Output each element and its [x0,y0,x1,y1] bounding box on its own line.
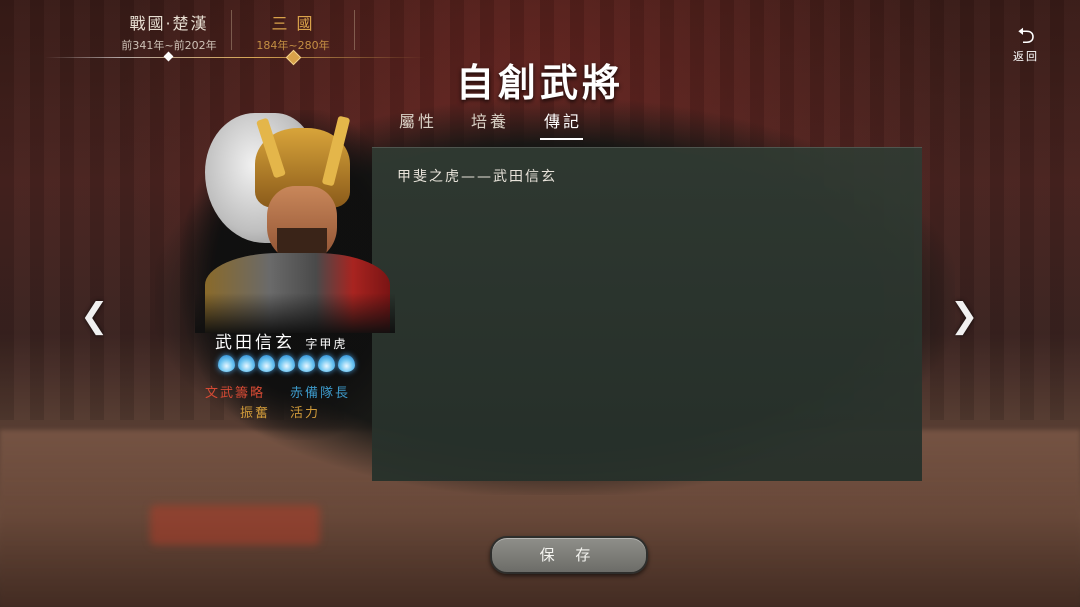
water-drop-icon [218,355,235,372]
era-years: 前341年~前202年 [121,39,217,52]
skill-label: 活力 [290,406,321,421]
tab-training[interactable]: 培養 [471,108,509,132]
water-drop-icon [258,355,275,372]
era-name: 三 國 [271,14,315,33]
water-drop-icon [278,355,295,372]
skill-label: 振奮 [240,406,271,421]
biography-panel: 甲斐之虎——武田信玄 [372,147,922,481]
era-divider [354,10,355,50]
general-name: 武田信玄 字甲虎 [215,328,347,353]
tab-attributes[interactable]: 屬性 [399,108,437,132]
era-name: 戰國·楚漢 [129,14,209,33]
general-portrait [195,108,395,333]
table-backdrop [150,505,320,545]
era-timeline [45,57,425,58]
skill-label: 文武籌略 [205,386,266,401]
water-drop-icon [318,355,335,372]
rank-drops [218,355,355,372]
era-tab-three-kingdoms[interactable]: 三 國 184年~280年 [232,10,354,52]
chevron-right-icon[interactable]: ❯ [950,296,979,336]
chevron-left-icon[interactable]: ❮ [80,296,109,336]
water-drop-icon [298,355,315,372]
water-drop-icon [338,355,355,372]
general-name-text: 武田信玄 [215,333,295,353]
back-button[interactable]: ⮌ 返回 [1008,26,1044,64]
tab-biography[interactable]: 傳記 [539,108,584,140]
return-arrow-icon: ⮌ [1017,24,1035,49]
back-label: 返回 [1013,50,1039,63]
era-tab-warring-states[interactable]: 戰國·楚漢 前341年~前202年 [108,10,230,52]
water-drop-icon [238,355,255,372]
skill-label: 赤備隊長 [290,386,351,401]
portrait-fade [195,293,395,333]
general-courtesy-name: 字甲虎 [305,337,348,351]
biography-text: 甲斐之虎——武田信玄 [397,169,557,185]
save-button[interactable]: 保 存 [490,536,648,574]
page-title: 自創武將 [455,60,624,105]
